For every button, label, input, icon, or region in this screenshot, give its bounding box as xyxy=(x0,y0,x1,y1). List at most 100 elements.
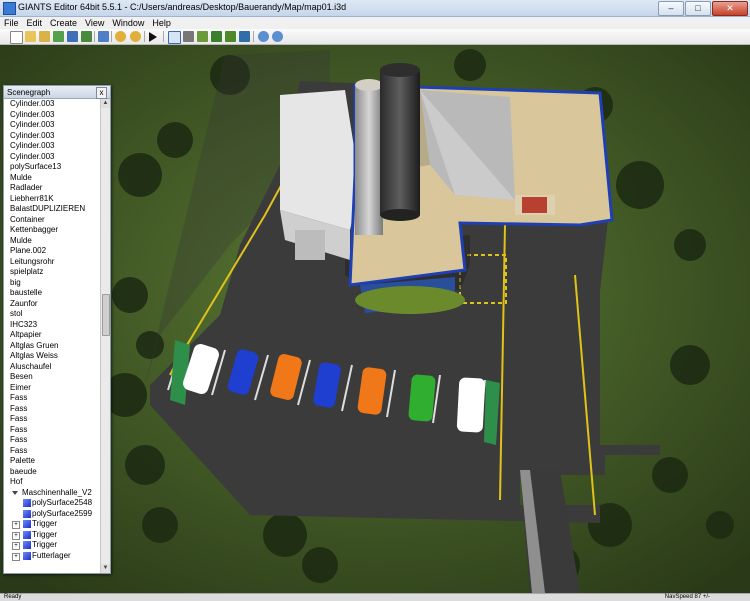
magnet-icon[interactable] xyxy=(183,31,194,42)
reload-icon[interactable] xyxy=(53,31,64,42)
tree-expand-icon[interactable]: + xyxy=(12,542,20,550)
scenegraph-close-button[interactable]: x xyxy=(96,87,107,99)
menu-file[interactable]: File xyxy=(0,17,23,29)
scenegraph-item[interactable]: Mulde xyxy=(4,236,100,247)
scenegraph-item-label: Trigger xyxy=(32,529,58,539)
scenegraph-item-label: Besen xyxy=(10,372,33,381)
menu-edit[interactable]: Edit xyxy=(23,17,47,29)
export-icon[interactable] xyxy=(98,31,109,42)
close-button[interactable]: ✕ xyxy=(712,1,748,16)
scenegraph-item[interactable]: Altpapier xyxy=(4,330,100,341)
scenegraph-item[interactable]: stol xyxy=(4,309,100,320)
tree-expand-icon[interactable]: + xyxy=(12,521,20,529)
scenegraph-item-label: Palette xyxy=(10,456,35,465)
scenegraph-item[interactable]: Cylinder.003 xyxy=(4,131,100,142)
scenegraph-item[interactable]: Zaunfor xyxy=(4,299,100,310)
scenegraph-item-label: baustelle xyxy=(10,288,43,297)
maximize-button[interactable]: □ xyxy=(685,1,711,16)
menu-help[interactable]: Help xyxy=(148,17,175,29)
scenegraph-item[interactable]: Container xyxy=(4,215,100,226)
scenegraph-item[interactable]: Aluschaufel xyxy=(4,362,100,373)
menu-view[interactable]: View xyxy=(81,17,108,29)
scenegraph-item[interactable]: + Trigger xyxy=(4,519,100,530)
scenegraph-item[interactable]: Cylinder.003 xyxy=(4,141,100,152)
save-as-icon[interactable] xyxy=(81,31,92,42)
scenegraph-header: Scenegraph x xyxy=(4,86,110,99)
scenegraph-item[interactable]: Hof xyxy=(4,477,100,488)
scenegraph-tree[interactable]: Cylinder.003 Cylinder.003 Cylinder.003 Cyli… xyxy=(4,99,100,573)
scenegraph-item[interactable]: Maschinenhalle_V2 xyxy=(4,488,100,499)
open-file-icon[interactable] xyxy=(25,31,36,42)
expand-arrow-icon[interactable] xyxy=(12,490,18,495)
3d-viewport[interactable] xyxy=(0,45,750,593)
scenegraph-item[interactable]: Fass xyxy=(4,414,100,425)
select-icon[interactable] xyxy=(168,31,181,44)
terrain-paint-icon[interactable] xyxy=(211,31,222,42)
scenegraph-item[interactable]: + Trigger xyxy=(4,530,100,541)
scenegraph-scrollbar[interactable]: ▲ ▼ xyxy=(100,99,110,573)
scenegraph-item[interactable]: baeude xyxy=(4,467,100,478)
terrain-sculpt-icon[interactable] xyxy=(197,31,208,42)
scenegraph-item-label: Zaunfor xyxy=(10,298,38,308)
scenegraph-item[interactable]: Cylinder.003 xyxy=(4,120,100,131)
scenegraph-item[interactable]: Fass xyxy=(4,446,100,457)
play-icon[interactable] xyxy=(149,32,157,42)
minimize-button[interactable]: – xyxy=(658,1,684,16)
scenegraph-item[interactable]: Besen xyxy=(4,372,100,383)
save-icon[interactable] xyxy=(67,31,78,42)
grid-icon[interactable] xyxy=(272,31,283,42)
scenegraph-item[interactable]: Mulde xyxy=(4,173,100,184)
window-controls: – □ ✕ xyxy=(658,1,748,16)
scenegraph-item[interactable]: spielplatz xyxy=(4,267,100,278)
scenegraph-item-label: BalastDUPLIZIEREN xyxy=(10,204,86,213)
scenegraph-item[interactable]: baustelle xyxy=(4,288,100,299)
scenegraph-item[interactable]: polySurface13 xyxy=(4,162,100,173)
scenegraph-item[interactable]: Fass xyxy=(4,393,100,404)
scenegraph-item[interactable]: IHC323 xyxy=(4,320,100,331)
scenegraph-item-label: stol xyxy=(10,309,23,318)
shape-cube-icon xyxy=(23,551,31,560)
open-recent-icon[interactable] xyxy=(39,31,50,42)
scroll-down-arrow-icon[interactable]: ▼ xyxy=(101,564,110,573)
scenegraph-item[interactable]: Fass xyxy=(4,435,100,446)
scenegraph-item[interactable]: polySurface2548 xyxy=(4,498,100,509)
toolbar-separator xyxy=(111,31,112,42)
scenegraph-item[interactable]: big xyxy=(4,278,100,289)
scenegraph-item[interactable]: Altglas Gruen xyxy=(4,341,100,352)
tree-expand-icon[interactable]: + xyxy=(12,531,20,540)
scenegraph-item[interactable]: Leitungsrohr xyxy=(4,257,100,268)
scenegraph-item[interactable]: Palette xyxy=(4,456,100,467)
scenegraph-item[interactable]: Altglas Weiss xyxy=(4,351,100,362)
scenegraph-item[interactable]: Eimer xyxy=(4,383,100,394)
scenegraph-item-label: spielplatz xyxy=(10,267,44,276)
scenegraph-item-label: Plane.002 xyxy=(10,246,47,255)
scenegraph-item[interactable]: Kettenbagger xyxy=(4,225,100,236)
scenegraph-item-label: Cylinder.003 xyxy=(10,141,55,150)
scenegraph-item[interactable]: Radlader xyxy=(4,183,100,194)
new-file-icon[interactable] xyxy=(10,31,23,44)
scenegraph-item[interactable]: Plane.002 xyxy=(4,246,100,257)
tree-expand-icon[interactable]: + xyxy=(12,552,20,561)
menu-create[interactable]: Create xyxy=(46,17,81,29)
settings-icon[interactable] xyxy=(258,31,269,42)
scenegraph-item[interactable]: Cylinder.003 xyxy=(4,152,100,163)
undo-icon[interactable] xyxy=(115,31,126,42)
scene-render[interactable] xyxy=(0,45,750,593)
menu-window[interactable]: Window xyxy=(108,17,148,29)
foliage-paint-icon[interactable] xyxy=(225,31,236,42)
scenegraph-item-label: Trigger xyxy=(32,519,58,528)
scenegraph-item[interactable]: Fass xyxy=(4,425,100,436)
scenegraph-item[interactable]: Cylinder.003 xyxy=(4,110,100,121)
scenegraph-item[interactable]: + Trigger xyxy=(4,540,100,551)
scenegraph-item[interactable]: polySurface2599 xyxy=(4,509,100,520)
scroll-up-arrow-icon[interactable]: ▲ xyxy=(101,99,110,108)
scenegraph-item[interactable]: BalastDUPLIZIEREN xyxy=(4,204,100,215)
redo-icon[interactable] xyxy=(130,31,141,42)
scenegraph-item[interactable]: Liebherr81K xyxy=(4,194,100,205)
scroll-thumb[interactable] xyxy=(102,294,110,336)
scenegraph-item[interactable]: + Futterlager xyxy=(4,551,100,562)
scenegraph-item[interactable]: Fass xyxy=(4,404,100,415)
scenegraph-item[interactable]: Cylinder.003 xyxy=(4,99,100,110)
scenegraph-item-label: Altglas Gruen xyxy=(10,340,59,350)
object-place-icon[interactable] xyxy=(239,31,250,42)
